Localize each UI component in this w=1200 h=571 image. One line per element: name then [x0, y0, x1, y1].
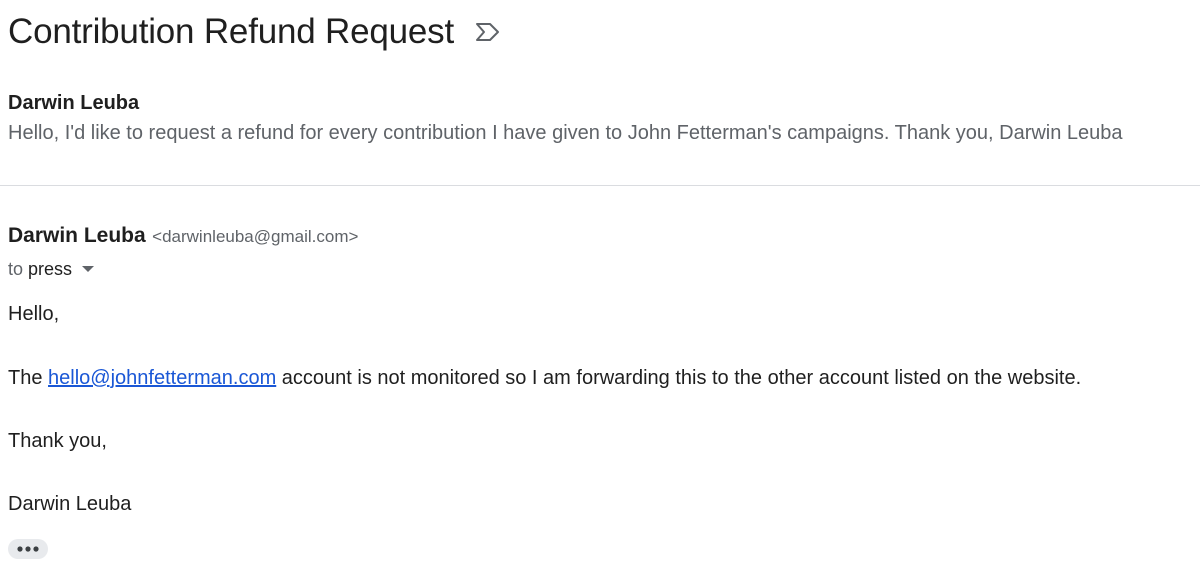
body-closing: Thank you, — [8, 430, 107, 452]
collapsed-sender-name: Darwin Leuba — [8, 92, 140, 114]
sender-email: <darwinleuba@gmail.com> — [152, 227, 359, 246]
more-horiz-icon — [17, 546, 39, 552]
thread-subject: Contribution Refund Request — [8, 12, 454, 51]
sender-name[interactable]: Darwin Leuba — [8, 224, 146, 247]
label-outline-icon[interactable] — [474, 21, 502, 43]
collapsed-snippet: Hello, I'd like to request a refund for … — [8, 122, 1123, 144]
to-prefix: to — [8, 258, 24, 279]
body-line-prefix: The — [8, 367, 43, 389]
email-link[interactable]: hello@johnfetterman.com — [48, 367, 276, 389]
body-signature: Darwin Leuba — [8, 493, 132, 515]
subject-row: Contribution Refund Request — [8, 8, 502, 56]
message-divider — [0, 185, 1200, 186]
body-paragraph: The hello@johnfetterman.com account is n… — [8, 365, 1081, 391]
show-trimmed-content-button[interactable] — [8, 539, 48, 559]
body-greeting: Hello, — [8, 303, 60, 325]
collapsed-message[interactable]: Darwin Leuba Hello, I'd like to request … — [8, 90, 1200, 146]
from-line: Darwin Leuba <darwinleuba@gmail.com> — [8, 222, 1198, 252]
open-message: Darwin Leuba <darwinleuba@gmail.com> to … — [8, 222, 1198, 282]
chevron-down-icon — [82, 266, 95, 272]
recipients-toggle[interactable]: to press — [8, 256, 95, 282]
to-recipient: press — [28, 258, 73, 279]
body-line-suffix: account is not monitored so I am forward… — [281, 367, 1082, 389]
